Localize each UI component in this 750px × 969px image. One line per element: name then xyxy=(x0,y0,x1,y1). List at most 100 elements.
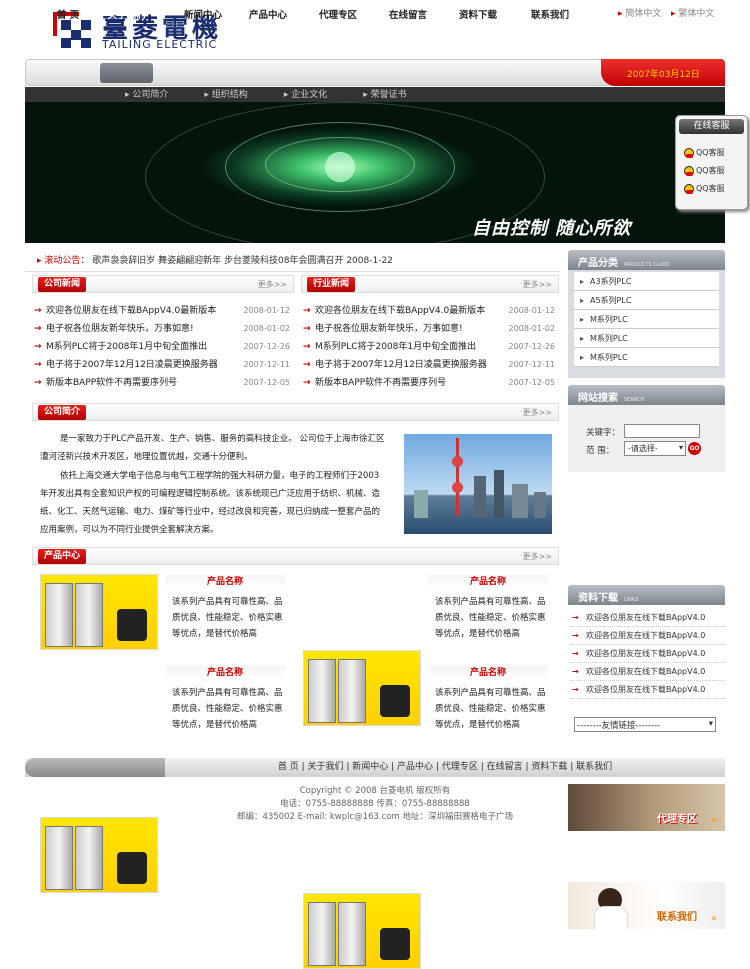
intro-text: 是一家致力于PLC产品开发、生产、销售、服务的高科技企业。 公司位于上海市徐汇区… xyxy=(40,430,385,540)
nav-news[interactable]: 新闻中心 xyxy=(175,7,231,21)
subnav-structure[interactable]: ▸ 组织结构 xyxy=(204,90,265,100)
news-title[interactable]: 电子祝各位朋友新年快乐，万事如意! xyxy=(315,324,463,334)
news-item[interactable]: 欢迎各位朋友在线下载BAppV4.0最新版本 2008-01-12 xyxy=(301,302,559,320)
footer-link[interactable]: 新闻中心 xyxy=(352,762,388,772)
news-item[interactable]: 电子将于2007年12月12日凌晨更换服务器 2007-12-11 xyxy=(301,356,559,374)
news-item[interactable]: 新版本BAPP软件不再需要序列号 2007-12-05 xyxy=(301,374,559,392)
notice-label: ▸ 滚动公告： xyxy=(37,256,90,266)
intro-paragraph-1: 是一家致力于PLC产品开发、生产、销售、服务的高科技企业。 公司位于上海市徐汇区… xyxy=(40,434,385,463)
company-news-title: 公司新闻 xyxy=(38,277,87,292)
lang-simplified[interactable]: ▸ 簡体中文 xyxy=(618,6,661,19)
product-name[interactable]: 产品名称 xyxy=(165,575,285,589)
download-item[interactable]: 欢迎各位朋友在线下载BAppV4.0 xyxy=(570,663,725,681)
news-item[interactable]: 电子将于2007年12月12日凌晨更换服务器 2007-12-11 xyxy=(32,356,294,374)
chevron-down-icon: ▾ xyxy=(678,443,683,452)
news-item[interactable]: M系列PLC将于2008年1月中旬全面推出 2007-12-26 xyxy=(32,338,294,356)
download-list: 欢迎各位朋友在线下载BAppV4.0欢迎各位朋友在线下载BAppV4.0欢迎各位… xyxy=(570,609,725,699)
category-item[interactable]: M系列PLC xyxy=(574,310,719,329)
nav-contact[interactable]: 联系我们 xyxy=(522,7,578,21)
download-item[interactable]: 欢迎各位朋友在线下载BAppV4.0 xyxy=(570,609,725,627)
download-item[interactable]: 欢迎各位朋友在线下载BAppV4.0 xyxy=(570,645,725,663)
news-title[interactable]: 新版本BAPP软件不再需要序列号 xyxy=(315,378,446,388)
friend-links-select[interactable]: --------友情链接-------- ▾ xyxy=(574,717,716,732)
contact-promo[interactable]: 联系我们 » xyxy=(568,882,725,929)
news-title[interactable]: 欢迎各位朋友在线下载BAppV4.0最新版本 xyxy=(315,306,485,316)
category-item[interactable]: A5系列PLC xyxy=(574,291,719,310)
scrolling-notice: ▸ 滚动公告： 歌声袅袅辞旧岁 舞姿翩翩迎新年 步台菱陵科技08年会圆满召开 2… xyxy=(25,251,560,272)
qq-icon xyxy=(684,147,694,158)
product-image[interactable] xyxy=(40,574,158,650)
category-item[interactable]: M系列PLC xyxy=(574,329,719,348)
qq-service-1[interactable]: QQ客服 xyxy=(684,147,725,158)
keyword-input[interactable] xyxy=(624,424,700,438)
news-item[interactable]: 欢迎各位朋友在线下载BAppV4.0最新版本 2008-01-12 xyxy=(32,302,294,320)
download-item[interactable]: 欢迎各位朋友在线下载BAppV4.0 xyxy=(570,627,725,645)
news-item[interactable]: 电子祝各位朋友新年快乐，万事如意! 2008-01-02 xyxy=(32,320,294,338)
industry-news-panel: 行业新闻 更多>> 欢迎各位朋友在线下载BAppV4.0最新版本 2008-01-… xyxy=(301,275,559,392)
product-image[interactable] xyxy=(40,817,158,893)
range-select[interactable]: -请选择- ▾ xyxy=(624,441,686,456)
product-description: 该系列产品具有可靠性高、品质优良、性能稳定、价格实惠等优点，是替代价格高 xyxy=(172,597,283,639)
intro-more[interactable]: 更多>> xyxy=(523,407,552,418)
news-title[interactable]: 电子将于2007年12月12日凌晨更换服务器 xyxy=(315,360,487,370)
product-description: 该系列产品具有可靠性高、品质优良、性能稳定、价格实惠等优点，是替代价格高 xyxy=(435,688,546,730)
product-image[interactable] xyxy=(303,650,421,726)
footer-link[interactable]: 资料下载 xyxy=(531,762,567,772)
contact-address: 邮编：435002 E-mail: kwplc@163.com 地址：深圳福田赛… xyxy=(237,812,513,822)
download-item[interactable]: 欢迎各位朋友在线下载BAppV4.0 xyxy=(570,681,725,699)
subnav-honors[interactable]: ▸ 荣誉证书 xyxy=(363,90,424,100)
notice-text[interactable]: 歌声袅袅辞旧岁 舞姿翩翩迎新年 步台菱陵科技08年会圆满召开 2008-1-22 xyxy=(92,256,393,266)
nav-message[interactable]: 在线留言 xyxy=(380,7,436,21)
categories-header: 产品分类 PRODUCTS CLASS xyxy=(568,250,725,270)
product-name[interactable]: 产品名称 xyxy=(428,575,548,589)
nav-home[interactable]: 首 页 xyxy=(48,7,88,21)
footer-link[interactable]: 联系我们 xyxy=(576,762,612,772)
contact-phone: 电话：0755-88888888 传真：0755-88888888 xyxy=(280,799,470,809)
news-title[interactable]: 电子祝各位朋友新年快乐，万事如意! xyxy=(46,324,194,334)
footer-link[interactable]: 首 页 xyxy=(278,762,299,772)
product-name[interactable]: 产品名称 xyxy=(165,666,285,680)
news-date: 2008-01-02 xyxy=(243,324,291,333)
search-header: 网站搜索 SEARCH xyxy=(568,385,725,405)
category-item[interactable]: A3系列PLC xyxy=(574,272,719,291)
category-item[interactable]: M系列PLC xyxy=(574,348,719,367)
categories-box: A3系列PLCA5系列PLCM系列PLCM系列PLCM系列PLC xyxy=(568,270,725,378)
qq-icon xyxy=(684,165,694,176)
footer-link[interactable]: 产品中心 xyxy=(397,762,433,772)
news-title[interactable]: 欢迎各位朋友在线下载BAppV4.0最新版本 xyxy=(46,306,216,316)
news-item[interactable]: M系列PLC将于2008年1月中旬全面推出 2007-12-26 xyxy=(301,338,559,356)
news-title[interactable]: 新版本BAPP软件不再需要序列号 xyxy=(46,378,177,388)
qq-service-2[interactable]: QQ客服 xyxy=(684,165,725,176)
news-date: 2008-01-12 xyxy=(508,306,556,315)
lang-traditional[interactable]: ▸ 繁体中文 xyxy=(671,6,714,19)
industry-news-more[interactable]: 更多>> xyxy=(523,279,552,290)
subnav-culture[interactable]: ▸ 企业文化 xyxy=(284,90,345,100)
keyword-label: 关键字： xyxy=(586,428,621,438)
nav-products[interactable]: 产品中心 xyxy=(240,7,296,21)
banner-slogan: 自由控制 随心所欲 xyxy=(472,218,632,239)
search-go-button[interactable]: GO xyxy=(688,442,701,455)
news-date: 2008-01-02 xyxy=(508,324,556,333)
footer-link[interactable]: 在线留言 xyxy=(487,762,523,772)
product-image[interactable] xyxy=(303,893,421,969)
intro-paragraph-2: 依托上海交通大学电子信息与电气工程学院的强大科研力量，电子的工程师们于2003年… xyxy=(40,470,381,536)
company-news-more[interactable]: 更多>> xyxy=(258,279,287,290)
service-title: 在线客服 xyxy=(679,119,744,134)
nav-download[interactable]: 资料下载 xyxy=(450,7,506,21)
footer-link[interactable]: 代理专区 xyxy=(442,762,478,772)
news-date: 2007-12-11 xyxy=(508,360,556,369)
nav-agents[interactable]: 代理专区 xyxy=(310,7,366,21)
news-title[interactable]: M系列PLC将于2008年1月中旬全面推出 xyxy=(46,342,207,352)
nav-about[interactable]: 关于我们 xyxy=(104,7,149,21)
news-item[interactable]: 新版本BAPP软件不再需要序列号 2007-12-05 xyxy=(32,374,294,392)
news-title[interactable]: M系列PLC将于2008年1月中旬全面推出 xyxy=(315,342,476,352)
subnav-profile[interactable]: ▸ 公司简介 xyxy=(125,90,186,100)
qq-service-3[interactable]: QQ客服 xyxy=(684,183,725,194)
intro-title: 公司简介 xyxy=(38,405,87,420)
footer-link[interactable]: 关于我们 xyxy=(307,762,343,772)
product-name[interactable]: 产品名称 xyxy=(428,666,548,680)
news-item[interactable]: 电子祝各位朋友新年快乐，万事如意! 2008-01-02 xyxy=(301,320,559,338)
products-more[interactable]: 更多>> xyxy=(523,551,552,562)
news-date: 2007-12-26 xyxy=(508,342,556,351)
news-title[interactable]: 电子将于2007年12月12日凌晨更换服务器 xyxy=(46,360,218,370)
